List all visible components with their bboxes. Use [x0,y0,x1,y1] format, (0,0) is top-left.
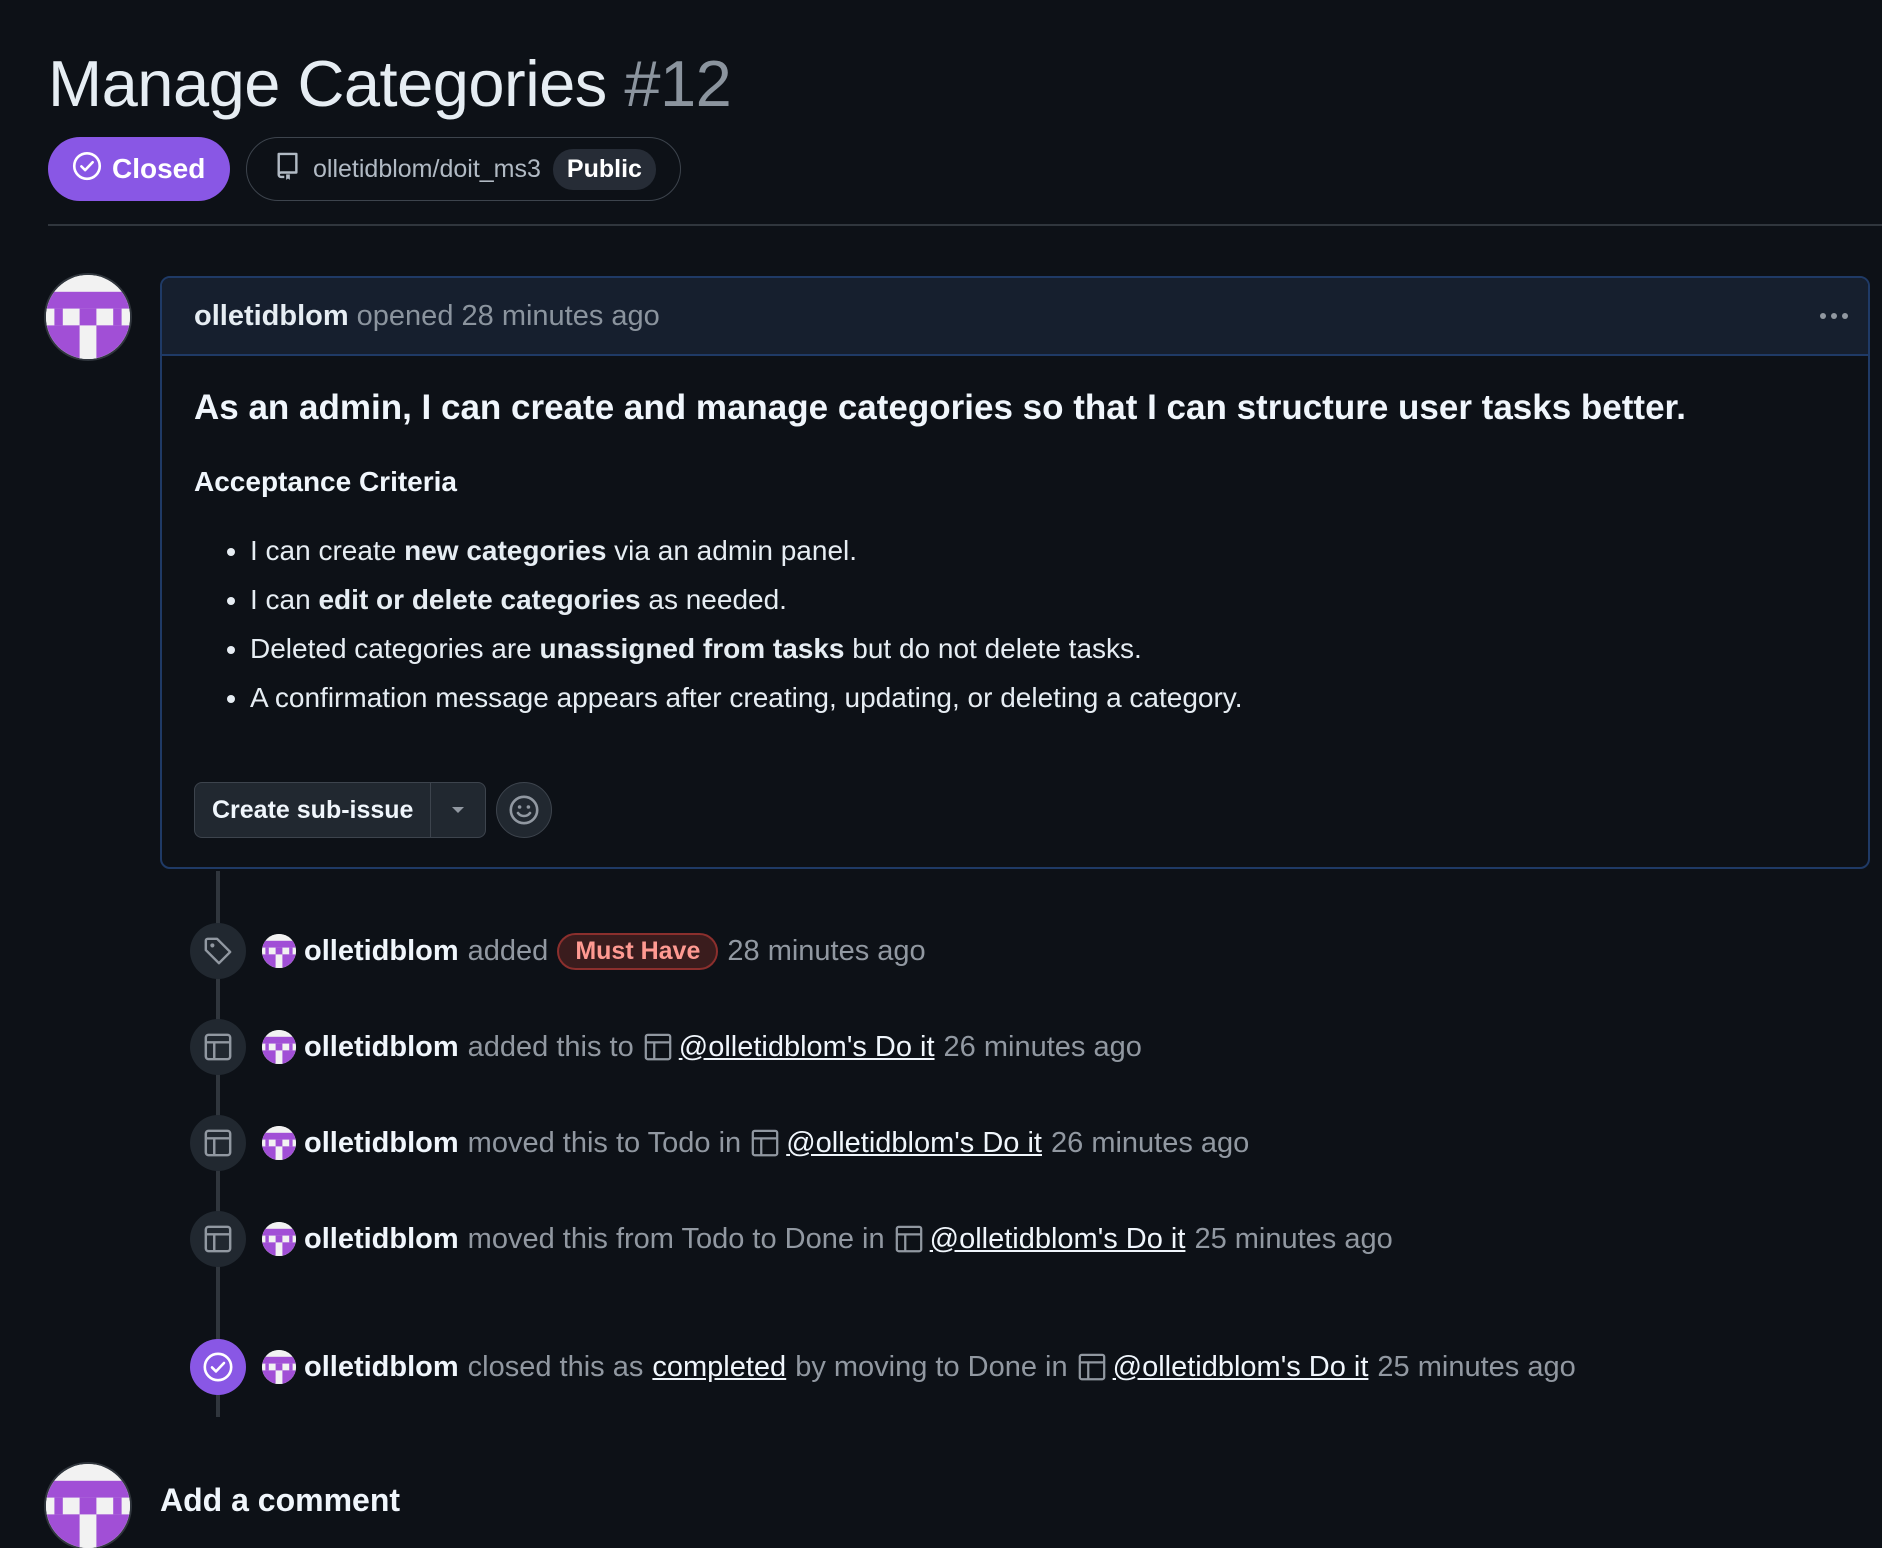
repo-name: olletidblom/doit_ms3 [313,154,541,183]
timeline-event-moved-todo: olletidblom moved this to Todo in @ollet… [190,1115,1249,1171]
check-circle-icon [72,151,102,188]
event-action: moved this from Todo to Done in [467,1222,885,1255]
event-actor[interactable]: olletidblom [304,1031,459,1064]
project-link[interactable]: @olletidblom's Do it [1113,1351,1369,1384]
comment-body: As an admin, I can create and manage cat… [162,356,1868,754]
avatar[interactable] [262,1350,296,1384]
label-badge[interactable]: Must Have [557,932,719,970]
add-comment-heading: Add a comment [160,1482,401,1518]
event-actor[interactable]: olletidblom [304,1223,459,1256]
avatar[interactable] [262,1030,296,1064]
comment-header: olletidblom opened 28 minutes ago [162,278,1868,356]
timeline-event-moved-done: olletidblom moved this from Todo to Done… [190,1211,1393,1267]
header-divider [48,224,1882,226]
event-action: added this to [467,1030,634,1063]
event-actor[interactable]: olletidblom [304,1127,459,1160]
project-table-icon [894,1224,924,1254]
timeline-event-closed: olletidblom closed this as completed by … [190,1339,1576,1395]
create-subissue-button[interactable]: Create sub-issue [195,783,432,837]
event-action: closed this as [467,1350,644,1383]
description-heading: As an admin, I can create and manage cat… [194,388,1686,427]
timeline-event-project-added: olletidblom added this to @olletidblom's… [190,1019,1142,1075]
event-actor[interactable]: olletidblom [304,935,459,968]
list-item: I can edit or delete categories as neede… [250,575,1836,624]
project-table-icon [1077,1352,1107,1382]
project-table-icon [750,1128,780,1158]
chevron-down-icon[interactable] [431,783,485,837]
repo-pill[interactable]: olletidblom/doit_ms3 Public [246,137,681,201]
check-circle-icon [190,1339,246,1395]
kebab-menu-icon[interactable] [1812,298,1856,334]
event-actor[interactable]: olletidblom [304,1351,459,1384]
event-time[interactable]: 26 minutes ago [944,1031,1142,1064]
acceptance-criteria-heading: Acceptance Criteria [194,466,458,497]
acceptance-criteria-list: I can create new categories via an admin… [194,526,1836,722]
project-icon [190,1115,246,1171]
project-table-icon [643,1032,673,1062]
avatar[interactable] [262,934,296,968]
event-time[interactable]: 26 minutes ago [1051,1127,1249,1160]
issue-number: #12 [624,47,732,120]
project-link[interactable]: @olletidblom's Do it [786,1127,1042,1160]
event-time[interactable]: 28 minutes ago [727,935,925,968]
issue-state-label: Closed [112,153,206,184]
issue-state-badge[interactable]: Closed [48,137,231,201]
repo-icon [275,151,301,188]
comment-meta[interactable]: opened 28 minutes ago [357,300,660,333]
event-time[interactable]: 25 minutes ago [1194,1223,1392,1256]
list-item: A confirmation message appears after cre… [250,673,1836,722]
completed-link[interactable]: completed [652,1351,786,1384]
current-user-avatar[interactable] [46,1464,130,1548]
event-time[interactable]: 25 minutes ago [1377,1351,1575,1384]
issue-description-comment: olletidblom opened 28 minutes ago As an … [160,276,1870,869]
event-action: added [467,934,549,967]
event-action-secondary: by moving to Done in [795,1350,1068,1383]
create-subissue-button-group: Create sub-issue [194,782,487,838]
avatar[interactable] [262,1126,296,1160]
issue-title-text: Manage Categories [48,47,607,120]
comment-author[interactable]: olletidblom [194,300,349,333]
timeline-event-labeled: olletidblom added Must Have 28 minutes a… [190,923,926,979]
list-item: Deleted categories are unassigned from t… [250,624,1836,673]
tag-icon [190,923,246,979]
list-item: I can create new categories via an admin… [250,526,1836,575]
project-icon [190,1019,246,1075]
project-link[interactable]: @olletidblom's Do it [679,1031,935,1064]
event-action: moved this to Todo in [467,1126,742,1159]
project-icon [190,1211,246,1267]
author-avatar[interactable] [46,275,130,359]
project-link[interactable]: @olletidblom's Do it [930,1223,1186,1256]
issue-title: Manage Categories #12 [48,44,732,124]
avatar[interactable] [262,1222,296,1256]
smiley-icon[interactable] [496,782,552,838]
visibility-badge: Public [552,148,656,190]
